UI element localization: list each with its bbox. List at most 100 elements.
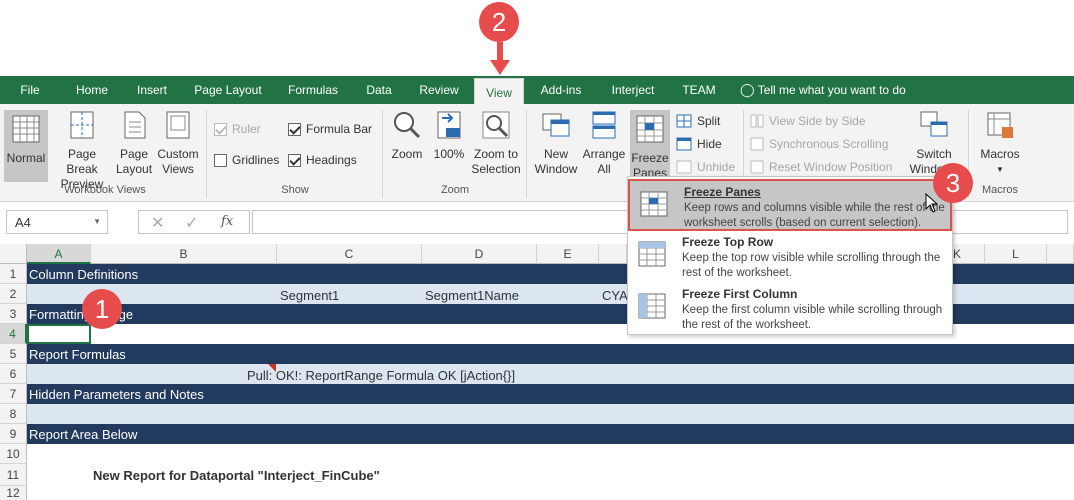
tab-view[interactable]: View bbox=[474, 78, 524, 106]
freeze-top-row-desc: Keep the top row visible while scrolling… bbox=[682, 252, 941, 279]
zoom-selection-label-2: Selection bbox=[471, 162, 521, 176]
name-box[interactable]: A4 ▼ bbox=[6, 210, 108, 234]
cell-c2[interactable]: Segment1 bbox=[280, 288, 339, 303]
menu-item-freeze-first-column[interactable]: Freeze First Column Keep the first colum… bbox=[628, 283, 952, 335]
macros-caret-icon: ▼ bbox=[996, 165, 1004, 174]
tell-me-box[interactable]: ◯ Tell me what you want to do bbox=[740, 76, 940, 104]
normal-view-button[interactable]: Normal bbox=[4, 110, 48, 182]
new-window-label-2: Window bbox=[534, 162, 578, 176]
page-layout-icon bbox=[124, 111, 146, 139]
group-label-zoom: Zoom bbox=[440, 184, 470, 196]
zoom-100-button[interactable]: 100% bbox=[430, 110, 468, 162]
unhide-icon bbox=[676, 160, 692, 174]
zoom-100-label: 100% bbox=[433, 147, 465, 161]
formula-bar-buttons: ✕ ✓ fx bbox=[138, 210, 250, 234]
arrange-all-button[interactable]: Arrange All bbox=[580, 110, 628, 177]
freeze-panes-button[interactable]: Freeze Panes ▼ bbox=[630, 110, 670, 195]
lightbulb-icon: ◯ bbox=[740, 82, 755, 97]
name-box-value: A4 bbox=[15, 215, 31, 230]
headings-checkbox[interactable]: Headings bbox=[288, 153, 357, 167]
column-header-l[interactable]: L bbox=[985, 244, 1047, 264]
row-header-1[interactable]: 1 bbox=[0, 264, 27, 284]
new-window-button[interactable]: New Window bbox=[532, 110, 580, 177]
tab-data[interactable]: Data bbox=[356, 76, 402, 104]
callout-3: 3 bbox=[933, 163, 973, 203]
page-break-preview-button[interactable]: Page Break Preview bbox=[52, 110, 112, 192]
column-header-a[interactable]: A bbox=[27, 244, 91, 264]
tab-add-ins[interactable]: Add-ins bbox=[532, 76, 590, 104]
freeze-first-column-desc: Keep the first column visible while scro… bbox=[682, 304, 943, 331]
row-9: Report Area Below bbox=[27, 424, 1074, 444]
column-header-k[interactable]: K bbox=[953, 244, 985, 264]
group-label-show: Show bbox=[281, 184, 309, 196]
synchronous-scrolling-button: Synchronous Scrolling bbox=[750, 137, 888, 151]
cell-a1[interactable]: Column Definitions bbox=[29, 267, 138, 282]
enter-icon[interactable]: ✓ bbox=[185, 213, 198, 233]
tab-review[interactable]: Review bbox=[412, 76, 466, 104]
zoom-label: Zoom bbox=[391, 147, 423, 161]
row-header-8[interactable]: 8 bbox=[0, 404, 27, 424]
row-header-11[interactable]: 11 bbox=[0, 464, 27, 486]
row-header-5[interactable]: 5 bbox=[0, 344, 27, 364]
arrange-label-1: Arrange bbox=[582, 147, 626, 161]
tab-insert[interactable]: Insert bbox=[128, 76, 176, 104]
column-header-b[interactable]: B bbox=[91, 244, 277, 264]
cell-d2[interactable]: Segment1Name bbox=[425, 288, 519, 303]
name-box-dropdown-icon[interactable]: ▼ bbox=[93, 217, 101, 226]
tab-home[interactable]: Home bbox=[66, 76, 118, 104]
magnifier-icon bbox=[394, 112, 421, 139]
zoom-button[interactable]: Zoom bbox=[388, 110, 426, 162]
selected-cell-a4[interactable] bbox=[27, 324, 91, 344]
cancel-icon[interactable]: ✕ bbox=[151, 213, 164, 233]
formula-bar-checkbox[interactable]: Formula Bar bbox=[288, 122, 372, 136]
freeze-top-row-icon bbox=[638, 241, 666, 267]
sync-scroll-icon bbox=[750, 137, 764, 151]
row-header-12[interactable]: 12 bbox=[0, 486, 27, 500]
macros-button[interactable]: Macros ▼ bbox=[974, 110, 1026, 177]
row-header-10[interactable]: 10 bbox=[0, 444, 27, 464]
tell-me-text: Tell me what you want to do bbox=[757, 83, 906, 97]
menu-item-freeze-panes[interactable]: Freeze Panes Keep rows and columns visib… bbox=[628, 179, 952, 231]
comment-indicator-icon bbox=[268, 364, 276, 372]
column-header-c[interactable]: C bbox=[277, 244, 422, 264]
column-header-e[interactable]: E bbox=[537, 244, 599, 264]
row-header-2[interactable]: 2 bbox=[0, 284, 27, 304]
insert-function-icon[interactable]: fx bbox=[221, 214, 233, 229]
menu-item-freeze-top-row[interactable]: Freeze Top Row Keep the top row visible … bbox=[628, 231, 952, 283]
split-button[interactable]: Split bbox=[676, 114, 720, 128]
cell-b11[interactable]: New Report for Dataportal "Interject_Fin… bbox=[93, 468, 380, 483]
freeze-panes-menu-icon bbox=[640, 191, 668, 217]
tab-team[interactable]: TEAM bbox=[674, 76, 724, 104]
page-layout-button[interactable]: Page Layout bbox=[116, 110, 152, 177]
tab-formulas[interactable]: Formulas bbox=[280, 76, 346, 104]
tab-page-layout[interactable]: Page Layout bbox=[186, 76, 270, 104]
row-header-3[interactable]: 3 bbox=[0, 304, 27, 324]
row-header-4[interactable]: 4 bbox=[0, 324, 27, 344]
custom-views-button[interactable]: Custom Views bbox=[156, 110, 200, 177]
switch-label-1: Switch bbox=[916, 147, 952, 161]
tab-interject[interactable]: Interject bbox=[600, 76, 666, 104]
tab-file[interactable]: File bbox=[10, 76, 50, 104]
gridlines-checkbox[interactable]: Gridlines bbox=[214, 153, 279, 167]
column-header-m[interactable] bbox=[1047, 244, 1074, 264]
row-header-6[interactable]: 6 bbox=[0, 364, 27, 384]
zoom-to-selection-button[interactable]: Zoom to Selection bbox=[470, 110, 522, 177]
column-header-f[interactable] bbox=[599, 244, 627, 264]
page-break-icon bbox=[70, 111, 94, 139]
cell-e2[interactable]: CYA bbox=[602, 288, 628, 303]
callout-1: 1 bbox=[82, 289, 122, 329]
page-layout-label-2: Layout bbox=[116, 162, 153, 176]
zoom-100-icon bbox=[437, 111, 461, 139]
cell-a7[interactable]: Hidden Parameters and Notes bbox=[29, 387, 204, 402]
cell-b6[interactable]: Pull: OK!: ReportRange Formula OK [jActi… bbox=[247, 368, 515, 383]
row-header-7[interactable]: 7 bbox=[0, 384, 27, 404]
cell-a9[interactable]: Report Area Below bbox=[29, 427, 137, 442]
row-10 bbox=[27, 444, 1074, 464]
cell-a5[interactable]: Report Formulas bbox=[29, 347, 126, 362]
split-icon bbox=[676, 114, 692, 128]
custom-views-label-1: Custom bbox=[157, 147, 199, 161]
hide-button[interactable]: Hide bbox=[676, 137, 722, 151]
row-header-9[interactable]: 9 bbox=[0, 424, 27, 444]
select-all-corner[interactable] bbox=[0, 244, 27, 264]
column-header-d[interactable]: D bbox=[422, 244, 537, 264]
